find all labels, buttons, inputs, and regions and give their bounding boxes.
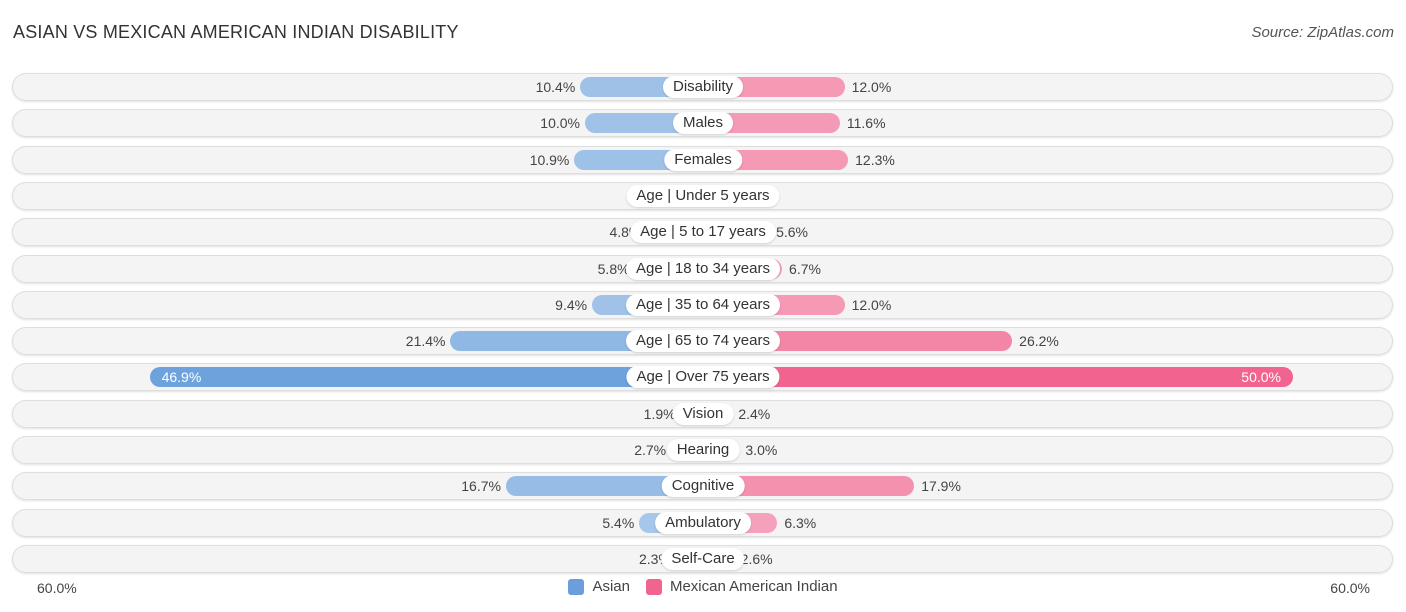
value-label-mexican-american-indian: 12.3% bbox=[855, 151, 895, 168]
value-label-mexican-american-indian: 11.6% bbox=[846, 115, 886, 132]
category-label: Hearing bbox=[666, 439, 740, 461]
value-label-mexican-american-indian: 2.6% bbox=[740, 550, 773, 567]
value-label-asian: 10.9% bbox=[529, 151, 570, 168]
legend-swatch-asian bbox=[568, 578, 585, 595]
legend: Asian Mexican American Indian bbox=[0, 578, 1406, 595]
bar-mexican-american-indian[interactable] bbox=[693, 367, 1293, 388]
legend-swatch-mexican-american-indian bbox=[645, 578, 662, 595]
category-label: Cognitive bbox=[661, 475, 745, 498]
legend-label-asian: Asian bbox=[592, 578, 630, 595]
category-label: Disability bbox=[662, 76, 744, 98]
value-label-mexican-american-indian: 6.3% bbox=[784, 514, 817, 531]
value-label-asian: 21.4% bbox=[405, 333, 446, 350]
category-label: Age | 18 to 34 years bbox=[626, 257, 780, 280]
value-label-mexican-american-indian: 50.0% bbox=[1241, 369, 1281, 386]
value-label-asian: 5.4% bbox=[602, 514, 635, 531]
category-label: Females bbox=[664, 148, 742, 171]
value-label-mexican-american-indian: 12.0% bbox=[851, 79, 892, 95]
chart-area: 10.4% 12.0% Disability 10.0% 11.6% Males 10.9%… bbox=[0, 0, 1406, 612]
category-label: Age | 65 to 74 years bbox=[626, 330, 780, 353]
value-label-asian: 10.0% bbox=[540, 115, 580, 132]
legend-item-asian[interactable]: Asian bbox=[568, 578, 630, 595]
category-label: Self-Care bbox=[661, 547, 745, 570]
value-label-mexican-american-indian: 17.9% bbox=[921, 478, 961, 495]
category-label: Males bbox=[672, 112, 734, 135]
value-label-mexican-american-indian: 12.0% bbox=[851, 296, 892, 313]
category-label: Age | Under 5 years bbox=[626, 184, 780, 207]
value-label-asian: 2.7% bbox=[634, 442, 667, 458]
value-label-mexican-american-indian: 3.0% bbox=[745, 442, 778, 458]
legend-label-mexican-american-indian: Mexican American Indian bbox=[669, 578, 838, 595]
value-label-asian: 16.7% bbox=[461, 478, 501, 495]
value-label-asian: 10.4% bbox=[535, 79, 576, 95]
value-label-asian: 5.8% bbox=[597, 260, 630, 277]
category-label: Age | Over 75 years bbox=[626, 366, 780, 389]
category-label: Age | 35 to 64 years bbox=[626, 293, 780, 316]
category-label: Vision bbox=[672, 402, 734, 425]
legend-item-mexican-american-indian[interactable]: Mexican American Indian bbox=[645, 578, 838, 595]
value-label-asian: 46.9% bbox=[161, 369, 202, 386]
value-label-asian: 9.4% bbox=[555, 296, 588, 313]
value-label-mexican-american-indian: 6.7% bbox=[789, 260, 821, 277]
value-label-mexican-american-indian: 5.6% bbox=[776, 224, 808, 241]
value-label-asian: 1.9% bbox=[643, 405, 676, 422]
category-label: Age | 5 to 17 years bbox=[630, 221, 776, 244]
value-label-mexican-american-indian: 2.4% bbox=[738, 405, 771, 422]
category-label: Ambulatory bbox=[655, 511, 751, 534]
value-label-mexican-american-indian: 26.2% bbox=[1019, 333, 1059, 350]
